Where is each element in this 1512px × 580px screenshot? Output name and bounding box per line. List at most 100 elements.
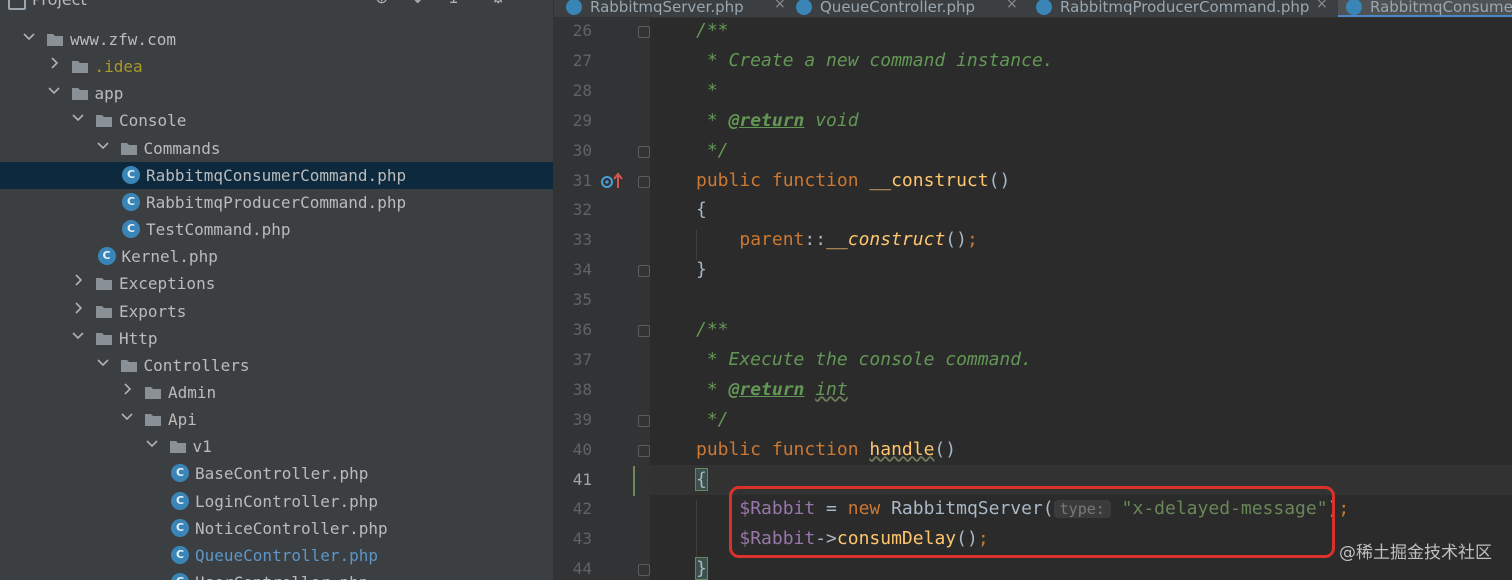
line-number[interactable]: 31 (554, 171, 592, 190)
chevron-right-icon[interactable] (120, 382, 134, 396)
tree-item-label: Console (119, 111, 187, 131)
folder-icon (71, 86, 89, 101)
line-number[interactable]: 42 (554, 499, 592, 518)
line-number[interactable]: 28 (554, 81, 592, 100)
chevron-down-icon[interactable]: ⌄ (120, 0, 132, 4)
code-line: * @return int (696, 379, 848, 400)
tab-rabbitmqconsumercommand[interactable]: RabbitmqConsumerCommand.php (1338, 0, 1512, 17)
close-icon[interactable]: × (774, 0, 786, 12)
line-number[interactable]: 38 (554, 380, 592, 399)
code-line: * @return void (696, 110, 859, 131)
gear-icon[interactable]: ⚙ (491, 0, 505, 7)
chevron-down-icon[interactable] (22, 29, 36, 43)
tree-item-v1[interactable]: v1 (0, 433, 553, 460)
line-number[interactable]: 39 (554, 410, 592, 429)
locate-icon[interactable]: ⊕ (375, 0, 388, 7)
line-number[interactable]: 37 (554, 350, 592, 369)
line-number[interactable]: 40 (554, 440, 592, 459)
expand-all-icon[interactable]: ↥ (447, 0, 460, 7)
line-number[interactable]: 44 (554, 559, 592, 578)
fold-marker-icon[interactable] (638, 26, 650, 38)
folder-icon (169, 439, 187, 454)
tree-item-logincontroller-php[interactable]: C LoginController.php (0, 488, 553, 515)
tree-item-label: Admin (168, 382, 217, 402)
line-number[interactable]: 43 (554, 529, 592, 548)
minimize-icon[interactable]: — (527, 0, 543, 7)
chevron-down-icon[interactable] (96, 355, 110, 369)
line-number[interactable]: 34 (554, 260, 592, 279)
line-number[interactable]: 29 (554, 111, 592, 130)
tree-item-label: Kernel.php (121, 247, 218, 267)
code-token: __construct (826, 229, 946, 251)
fold-marker-icon[interactable] (638, 145, 650, 158)
tree-item-kernel-php[interactable]: C Kernel.php (0, 243, 553, 270)
tree-item-label: NoticeController.php (195, 518, 388, 538)
code-token: __construct (869, 169, 989, 191)
folder-icon (144, 385, 162, 400)
tree-item-rabbitmqproducercommand-php[interactable]: C RabbitmqProducerCommand.php (0, 189, 553, 216)
close-icon[interactable]: × (1316, 0, 1328, 12)
line-number[interactable]: 36 (554, 320, 592, 339)
tree-item-admin[interactable]: Admin (0, 379, 553, 406)
chevron-down-icon[interactable] (71, 328, 85, 342)
tab-rabbitmqserver[interactable]: RabbitmqServer.php × (566, 0, 794, 17)
line-number[interactable]: 27 (554, 51, 592, 70)
fold-marker-icon[interactable] (638, 414, 650, 427)
tree-item-controllers[interactable]: Controllers (0, 352, 553, 379)
tree-item-app[interactable]: app (0, 80, 553, 107)
fold-marker-icon[interactable] (638, 175, 650, 188)
tree-item-console[interactable]: Console (0, 107, 553, 134)
chevron-down-icon[interactable] (96, 138, 110, 152)
tree-item-usercontroller-php[interactable]: C UserController.php (0, 569, 553, 580)
chevron-right-icon[interactable] (71, 273, 85, 287)
folder-icon (120, 358, 138, 373)
close-icon[interactable]: × (1006, 0, 1018, 12)
chevron-down-icon[interactable] (145, 436, 159, 450)
chevron-down-icon[interactable] (47, 83, 61, 97)
tree-item-idea[interactable]: .idea (0, 53, 553, 80)
code-line: /** (696, 20, 729, 41)
tree-item-exports[interactable]: Exports (0, 298, 553, 325)
line-number[interactable]: 26 (554, 21, 592, 40)
tree-item-rabbitmqconsumercommand-php[interactable]: C RabbitmqConsumerCommand.php (0, 161, 553, 189)
tree-item-noticecontroller-php[interactable]: C NoticeController.php (0, 515, 553, 542)
tree-item-basecontroller-php[interactable]: C BaseController.php (0, 460, 553, 487)
line-number[interactable]: 32 (554, 200, 592, 219)
chevron-right-icon[interactable] (71, 301, 85, 315)
tree-item-exceptions[interactable]: Exceptions (0, 270, 553, 297)
code-token: @return (728, 378, 805, 400)
tab-queuecontroller[interactable]: QueueController.php × (796, 0, 1032, 17)
php-class-icon (1346, 0, 1362, 15)
tree-item-testcommand-php[interactable]: C TestCommand.php (0, 216, 553, 243)
override-method-icon[interactable] (600, 172, 626, 190)
code-token: { (695, 467, 708, 491)
tab-rabbitmqproducercommand[interactable]: RabbitmqProducerCommand.php × (1036, 0, 1334, 17)
tree-item-http[interactable]: Http (0, 325, 553, 352)
fold-marker-icon[interactable] (638, 325, 650, 337)
chevron-down-icon[interactable] (120, 409, 134, 423)
code-token: /** (696, 319, 729, 340)
fold-marker-icon[interactable] (638, 564, 650, 577)
line-number[interactable]: 30 (554, 141, 592, 160)
tree-item-commands[interactable]: Commands (0, 135, 553, 162)
code-token: () (945, 229, 967, 251)
tree-item-queuecontroller-php[interactable]: C QueueController.php (0, 542, 553, 569)
collapse-all-icon[interactable]: ↧ (411, 0, 424, 7)
highlight-annotation-box (729, 486, 1335, 558)
line-number[interactable]: 33 (554, 230, 592, 249)
chevron-down-icon[interactable] (71, 110, 85, 124)
tree-item-api[interactable]: Api (0, 406, 553, 433)
chevron-right-icon[interactable] (47, 56, 61, 70)
tree-item-label: Http (119, 328, 158, 348)
code-line: } (696, 259, 707, 280)
fold-marker-icon[interactable] (638, 444, 650, 457)
line-number[interactable]: 35 (554, 290, 592, 309)
tree-item-www-zfw-com[interactable]: www.zfw.com (0, 26, 553, 53)
tree-item-label: BaseController.php (195, 464, 369, 484)
code-token: */ (696, 408, 729, 430)
line-number[interactable]: 41 (554, 470, 592, 489)
fold-marker-icon[interactable] (638, 265, 650, 278)
project-panel-title[interactable]: Project (32, 0, 87, 9)
folder-icon (95, 276, 113, 291)
